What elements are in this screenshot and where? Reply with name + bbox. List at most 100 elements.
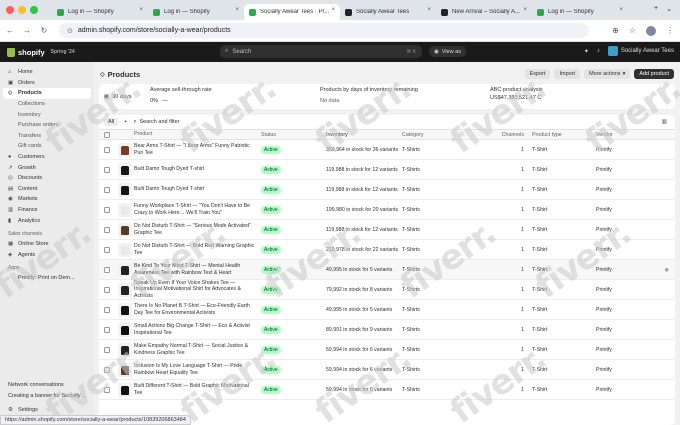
row-checkbox[interactable]: [99, 186, 115, 193]
store-menu[interactable]: Socially Awear Tees: [607, 46, 674, 56]
product-name[interactable]: Speak Up Even If Your Voice Shakes Tee —…: [134, 280, 261, 299]
browser-tab[interactable]: Socially Awear Tees ×: [340, 4, 436, 20]
table-row[interactable]: Inclusion Is My Love Language T-Shirt — …: [99, 360, 675, 380]
sidebar-item[interactable]: ▦ Online Store: [0, 239, 94, 250]
browser-tab[interactable]: Log in — Shopify ×: [52, 4, 148, 20]
row-checkbox[interactable]: [99, 146, 115, 153]
url-field[interactable]: ⊙ admin.shopify.com/store/socially-a-wea…: [59, 23, 589, 38]
sidebar-item[interactable]: ⌂ Home: [0, 67, 94, 78]
ai-assistant-icon[interactable]: ✦: [584, 48, 589, 55]
sidebar-item[interactable]: ◉ Markets: [0, 194, 94, 205]
row-checkbox[interactable]: [99, 286, 115, 293]
close-window-button[interactable]: [6, 6, 14, 14]
sidebar-item[interactable]: ◈ Agents: [0, 250, 94, 261]
product-name[interactable]: Built Different T-Shirt — Bold Graphic M…: [134, 383, 261, 395]
table-row[interactable]: Funny Workplace T-Shirt — "You Don't Hav…: [99, 200, 675, 220]
reload-icon[interactable]: ↻: [37, 26, 51, 35]
product-name[interactable]: Do Not Disturb T-Shirt — Bold Red Warnin…: [134, 243, 261, 255]
table-row[interactable]: There Is No Planet B T-Shirt — Eco-Frien…: [99, 300, 675, 320]
close-icon[interactable]: ×: [523, 7, 527, 13]
table-row[interactable]: Built Damn Tough Dyed T-shirt Active 119,9…: [99, 160, 675, 180]
abc-analysis-stat[interactable]: ABC product analysis US$47,380,521.47 C: [485, 84, 605, 109]
sidebar-item[interactable]: ▣ Orders: [0, 78, 94, 89]
browser-tab[interactable]: New Arrival – Socially A... ×: [436, 4, 532, 20]
add-product-button[interactable]: Add product: [634, 69, 674, 79]
add-view-icon[interactable]: +: [124, 119, 127, 125]
close-icon[interactable]: ×: [235, 7, 239, 13]
forward-arrow-icon[interactable]: →: [20, 26, 34, 35]
table-row[interactable]: Bear Arms T-Shirt — "I Bear Arms" Funny …: [99, 140, 675, 160]
channels-column-header[interactable]: Channels: [500, 132, 532, 138]
product-thumbnail-cell[interactable]: [115, 382, 134, 397]
tab-list-chevron-icon[interactable]: ⌄: [666, 5, 672, 13]
browser-tab[interactable]: Log in — Shopify ×: [532, 4, 628, 20]
sell-through-stat[interactable]: Average sell-through rate 0% —: [145, 84, 315, 109]
table-row[interactable]: Make Empathy Normal T-Shirt — Social Jus…: [99, 340, 675, 360]
select-all-checkbox[interactable]: [99, 131, 115, 138]
type-column-header[interactable]: Product type: [532, 132, 596, 138]
product-name[interactable]: Inclusion Is My Love Language T-Shirt — …: [134, 363, 261, 375]
browser-menu-icon[interactable]: ⋮: [666, 26, 674, 35]
sidebar-item[interactable]: ◇ Products: [3, 88, 91, 99]
sidebar-subitem[interactable]: Purchase orders: [0, 120, 94, 131]
shopify-logo[interactable]: shopify Spring '24: [7, 47, 75, 57]
category-column-header[interactable]: Category: [402, 132, 500, 138]
browser-tab[interactable]: Log in — Shopify ×: [148, 4, 244, 20]
close-icon[interactable]: ×: [427, 7, 431, 13]
product-name[interactable]: Built Damn Tough Dyed T-shirt: [134, 166, 261, 172]
product-thumbnail-cell[interactable]: [115, 182, 134, 197]
sidebar-item[interactable]: ▮ Analytics: [0, 215, 94, 226]
notifications-bell-icon[interactable]: ♪: [597, 48, 600, 54]
product-name[interactable]: Make Empathy Normal T-Shirt — Social Jus…: [134, 343, 261, 355]
table-row[interactable]: Do Not Disturb T-Shirt — "Serious Mode A…: [99, 220, 675, 240]
zoom-icon[interactable]: ⊕: [612, 26, 619, 35]
row-checkbox[interactable]: [99, 326, 115, 333]
product-thumbnail-cell[interactable]: [115, 162, 134, 177]
table-row[interactable]: Small Actions Big Change T-Shirt — Eco &…: [99, 320, 675, 340]
product-column-header[interactable]: Product: [134, 131, 261, 137]
product-thumbnail-cell[interactable]: [115, 142, 134, 157]
row-checkbox[interactable]: [99, 266, 115, 273]
sidebar-item[interactable]: ▤ Content: [0, 184, 94, 195]
close-icon[interactable]: ×: [139, 7, 143, 13]
export-button[interactable]: Export: [524, 69, 551, 79]
product-thumbnail-cell[interactable]: [115, 242, 134, 257]
product-thumbnail-cell[interactable]: [115, 222, 134, 237]
row-checkbox[interactable]: [99, 226, 115, 233]
period-selector[interactable]: ▦ 30 days: [99, 84, 145, 109]
product-thumbnail-cell[interactable]: [115, 282, 134, 297]
sidebar-item[interactable]: ▥ Finance: [0, 205, 94, 216]
product-thumbnail-cell[interactable]: [115, 262, 134, 277]
sidebar-subitem[interactable]: Collections: [0, 99, 94, 110]
sidebar-item[interactable]: ↗ Growth: [0, 162, 94, 173]
creating-banner-link[interactable]: Creating a banner for Socially ...: [0, 391, 94, 402]
search-input[interactable]: ⌕ Search ⌘ K: [220, 45, 422, 58]
row-checkbox[interactable]: [99, 346, 115, 353]
more-actions-button[interactable]: More actions ▾: [584, 69, 631, 79]
network-conversations-link[interactable]: Network conversations: [0, 380, 94, 391]
vendor-column-header[interactable]: Vendor: [596, 132, 656, 138]
product-name[interactable]: Built Damn Tough Dyed T-shirt: [134, 186, 261, 192]
sidebar-subitem[interactable]: Gift cards: [0, 141, 94, 152]
row-checkbox[interactable]: [99, 306, 115, 313]
sidebar-item[interactable]: · Printify: Print on Dem...: [0, 273, 94, 284]
product-name[interactable]: There Is No Planet B T-Shirt — Eco-Frien…: [134, 303, 261, 315]
product-name[interactable]: Bear Arms T-Shirt — "I Bear Arms" Funny …: [134, 143, 261, 155]
product-thumbnail-cell[interactable]: [115, 302, 134, 317]
product-name[interactable]: Be Kind To Your Mind T-Shirt — Mental He…: [134, 263, 261, 275]
browser-tab[interactable]: Socially Awear Tees · Pr... ×: [244, 4, 340, 20]
close-icon[interactable]: ×: [619, 7, 623, 13]
row-checkbox[interactable]: [99, 386, 115, 393]
back-arrow-icon[interactable]: ←: [3, 26, 17, 35]
row-checkbox[interactable]: [99, 206, 115, 213]
product-thumbnail-cell[interactable]: [115, 342, 134, 357]
maximize-window-button[interactable]: [30, 6, 38, 14]
product-thumbnail-cell[interactable]: [115, 322, 134, 337]
days-inventory-stat[interactable]: Products by days of inventory remaining …: [315, 84, 485, 109]
table-row[interactable]: Speak Up Even If Your Voice Shakes Tee —…: [99, 280, 675, 300]
filter-search-input[interactable]: ⌕ Search and filter: [133, 119, 179, 126]
table-row[interactable]: Built Damn Tough Dyed T-shirt Active 119,9…: [99, 180, 675, 200]
product-name[interactable]: Small Actions Big Change T-Shirt — Eco &…: [134, 323, 261, 335]
table-row[interactable]: Be Kind To Your Mind T-Shirt — Mental He…: [99, 260, 675, 280]
product-thumbnail-cell[interactable]: [115, 362, 134, 377]
